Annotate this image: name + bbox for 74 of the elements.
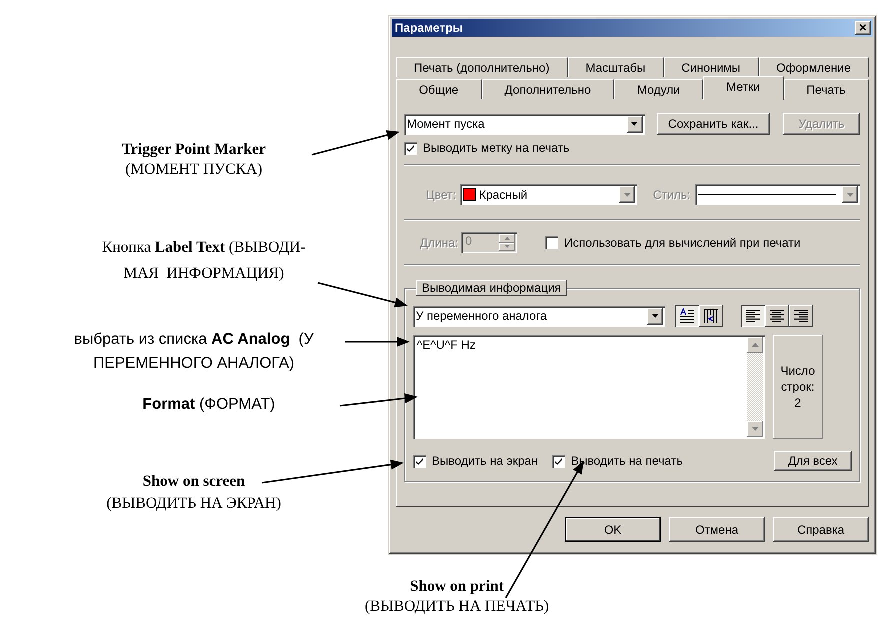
up-arrow-icon [504, 236, 510, 240]
dialog-button[interactable]: Справка [773, 517, 869, 542]
align-left-icon [745, 309, 761, 323]
tab[interactable]: Дополнительно [482, 79, 614, 99]
annotation-text: Trigger Point Marker [122, 140, 266, 160]
scroll-bar[interactable] [747, 337, 763, 437]
dropdown-button[interactable] [647, 308, 663, 324]
checkbox-label: Использовать для вычислений при печати [564, 236, 801, 250]
caret-icon [624, 192, 631, 196]
checkbox-label: Выводить метку на печать [423, 141, 570, 155]
window-title: Параметры [395, 21, 464, 35]
pointer-arrow [345, 337, 410, 347]
format-text-area[interactable]: ^E^U^F Hz [413, 335, 765, 439]
dropdown-button[interactable] [842, 186, 858, 203]
vertical-text-icon [703, 308, 719, 324]
checkmark-icon [415, 456, 424, 466]
annotation-text: Show on print [410, 577, 504, 597]
marker-dropdown[interactable]: Момент пуска [404, 114, 645, 134]
up-arrow-icon [752, 343, 758, 347]
text-mode-button[interactable] [675, 305, 699, 327]
dropdown-button[interactable] [626, 116, 643, 132]
annotation-text: Кнопка Label Text (ВЫВОДИ- [102, 238, 306, 258]
format-text: ^E^U^F Hz [416, 337, 477, 354]
caret-icon [631, 122, 638, 126]
dialog-button[interactable]: Отмена [669, 517, 765, 542]
show-on-screen-checkbox[interactable] [413, 454, 426, 468]
down-arrow-icon [504, 245, 510, 248]
annotation-text: МАЯ ИНФОРМАЦИЯ) [124, 264, 284, 284]
line-sample-icon [698, 194, 836, 196]
dropdown-value: Момент пуска [407, 117, 486, 131]
checkmark-icon [406, 144, 415, 152]
dialog-button[interactable]: OK [565, 517, 661, 542]
dropdown-value: Красный [479, 188, 528, 202]
annotation-text: Show on screen [142, 472, 246, 492]
align-right-icon [793, 309, 809, 323]
checkmark-icon [554, 456, 564, 466]
annotation-text: (ВЫВОДИТЬ НА ЭКРАН) [106, 494, 282, 514]
down-arrow-icon [752, 427, 758, 431]
checkbox-label: Выводить на печать [571, 454, 683, 468]
annotation-text: (ВЫВОДИТЬ НА ПЕЧАТЬ) [365, 597, 550, 617]
tab[interactable]: Печать [784, 79, 870, 99]
line-count-value: 2 [794, 395, 802, 411]
annotation-text: ПЕРЕМЕННОГО АНАЛОГА) [93, 354, 295, 374]
color-label: Цвет: [426, 188, 456, 202]
show-on-print-checkbox[interactable] [552, 454, 566, 468]
print-marker-checkbox[interactable] [404, 142, 417, 154]
length-label: Длина: [420, 236, 458, 250]
caret-icon [652, 314, 658, 318]
dropdown-button[interactable] [619, 186, 636, 203]
label-text-button[interactable]: Выводимая информация [416, 280, 568, 296]
align-center-icon [769, 309, 785, 323]
style-dropdown[interactable] [694, 184, 860, 205]
style-label: Стиль: [653, 188, 691, 202]
horizontal-text-icon [679, 308, 695, 324]
annotation-text: (МОМЕНТ ПУСКА) [125, 160, 263, 180]
tab[interactable]: Общие [396, 79, 482, 99]
for-all-button[interactable]: Для всех [774, 451, 852, 471]
annotation-text: выбрать из списка AC Analog (У [74, 330, 314, 350]
source-dropdown[interactable]: У переменного аналога [413, 306, 665, 326]
tab[interactable]: Метки [703, 76, 784, 100]
tab[interactable]: Печать (дополнительно) [396, 57, 568, 77]
line-count-label: Число строк: [780, 363, 816, 395]
calc-checkbox[interactable] [545, 236, 558, 249]
close-button[interactable]: × [855, 21, 871, 35]
caret-icon [846, 192, 854, 196]
text-mode-button[interactable] [699, 305, 723, 327]
annotation-text: Format (ФОРМАТ) [142, 395, 276, 415]
dropdown-value: У переменного аналога [416, 309, 548, 323]
checkbox-label: Выводить на экран [432, 454, 538, 468]
tab[interactable]: Масштабы [568, 57, 664, 77]
save-as-button[interactable]: Сохранить как... [656, 113, 770, 135]
alignment-button[interactable] [741, 305, 765, 327]
alignment-button[interactable] [765, 305, 789, 327]
alignment-button[interactable] [789, 305, 813, 327]
